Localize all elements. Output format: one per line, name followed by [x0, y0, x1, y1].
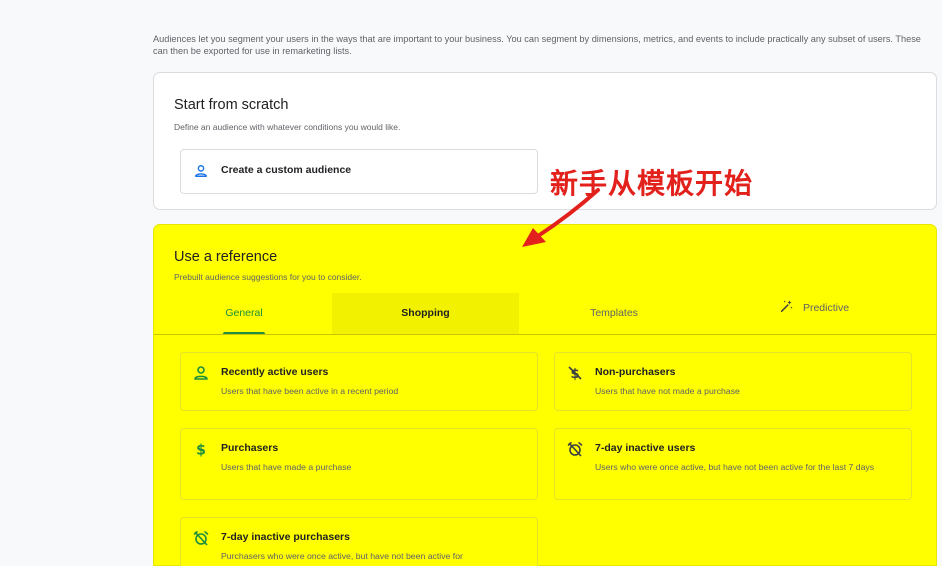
alarm-off-icon — [193, 531, 209, 546]
scratch-title: Start from scratch — [174, 97, 289, 113]
option-recently-active-users[interactable]: Recently active users Users that have be… — [180, 352, 538, 411]
person-icon — [194, 366, 208, 380]
tab-predictive-label: Predictive — [802, 302, 850, 314]
option-description: Users that have been active in a recent … — [221, 386, 399, 396]
option-purchasers[interactable]: $ Purchasers Users that have made a purc… — [180, 428, 538, 500]
active-tab-indicator — [223, 332, 265, 334]
create-custom-audience-label: Create a custom audience — [221, 164, 352, 176]
magic-wand-icon — [780, 300, 793, 313]
tab-general[interactable]: General — [194, 293, 294, 334]
option-description: Purchasers who were once active, but hav… — [221, 551, 463, 561]
option-7-day-inactive-users[interactable]: 7-day inactive users Users who were once… — [554, 428, 912, 500]
option-title: Purchasers — [221, 442, 279, 454]
person-icon — [195, 165, 207, 177]
tab-general-label: General — [225, 307, 263, 319]
create-custom-audience-button[interactable]: Create a custom audience — [180, 149, 538, 194]
option-title: 7-day inactive purchasers — [221, 531, 350, 543]
tab-predictive[interactable]: Predictive — [739, 288, 889, 329]
reference-tabs: General Shopping Templates Predictive — [154, 293, 936, 335]
no-dollar-icon: $ — [568, 366, 582, 381]
tab-templates-label: Templates — [590, 307, 638, 319]
reference-subtitle: Prebuilt audience suggestions for you to… — [174, 272, 362, 282]
option-non-purchasers[interactable]: $ Non-purchasers Users that have not mad… — [554, 352, 912, 411]
svg-text:$: $ — [196, 443, 206, 458]
tab-shopping-label: Shopping — [401, 307, 450, 319]
tab-shopping[interactable]: Shopping — [332, 293, 519, 334]
scratch-subtitle: Define an audience with whatever conditi… — [174, 122, 401, 132]
alarm-off-icon — [567, 442, 583, 457]
option-title: 7-day inactive users — [595, 442, 696, 454]
option-title: Recently active users — [221, 366, 329, 378]
option-description: Users that have made a purchase — [221, 462, 352, 472]
annotation-arrow-icon — [522, 188, 600, 247]
option-description: Users that have not made a purchase — [595, 386, 740, 396]
option-title: Non-purchasers — [595, 366, 676, 378]
intro-text: Audiences let you segment your users in … — [153, 34, 921, 56]
dollar-icon: $ — [196, 443, 206, 458]
use-a-reference-card: Use a reference Prebuilt audience sugges… — [153, 224, 937, 566]
option-7-day-inactive-purchasers[interactable]: 7-day inactive purchasers Purchasers who… — [180, 517, 538, 566]
option-description: Users who were once active, but have not… — [595, 462, 875, 472]
reference-title: Use a reference — [174, 249, 278, 265]
tab-templates[interactable]: Templates — [554, 293, 674, 334]
